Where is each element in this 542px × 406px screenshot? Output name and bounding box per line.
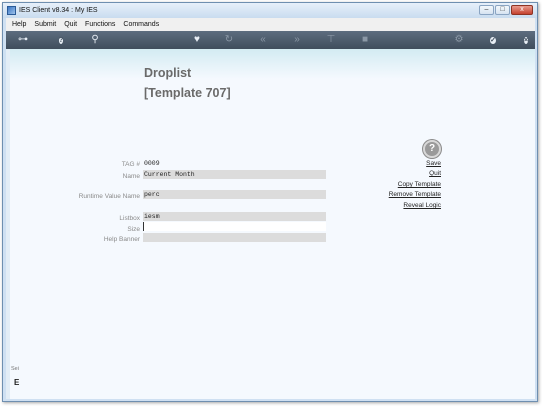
sidebar-stub-letter: E: [14, 378, 20, 387]
toolbar: ⊶ ? ⚲ ♥ ↻ « » ⊤ ■ ⚙ ✓ ×: [6, 31, 535, 49]
rewind-icon[interactable]: «: [256, 34, 270, 46]
help-banner-label: Help Banner: [103, 236, 140, 243]
stop-icon[interactable]: ■: [358, 34, 372, 46]
size-field[interactable]: [143, 222, 326, 231]
name-field[interactable]: Current Month: [143, 170, 326, 179]
close-circle-glyph: ×: [523, 37, 529, 44]
close-circle-icon[interactable]: ×: [519, 34, 533, 46]
tag-label: TAG #: [121, 161, 140, 168]
refresh-icon[interactable]: ↻: [222, 34, 236, 46]
minimize-button[interactable]: –: [479, 5, 494, 15]
check-icon[interactable]: ✓: [486, 34, 500, 46]
close-button[interactable]: x: [511, 5, 533, 15]
window-title: IES Client v8.34 : My IES: [19, 7, 98, 14]
tag-field: 0009: [143, 159, 326, 168]
runtime-value-name-field[interactable]: perc: [143, 190, 326, 199]
pin-icon[interactable]: ⊤: [324, 34, 338, 46]
content-header-band: [6, 49, 535, 79]
name-label: Name: [122, 173, 140, 180]
left-strip: [6, 49, 10, 399]
app-window: IES Client v8.34 : My IES – □ x Help Sub…: [2, 2, 538, 402]
copy-template-link[interactable]: Copy Template: [398, 181, 441, 188]
menu-functions[interactable]: Functions: [85, 21, 115, 28]
app-icon: [7, 6, 16, 15]
menu-quit[interactable]: Quit: [64, 21, 77, 28]
help-circle-glyph: ?: [58, 37, 64, 44]
help-banner-field[interactable]: [143, 233, 326, 242]
menu-commands[interactable]: Commands: [123, 21, 159, 28]
menu-help[interactable]: Help: [12, 21, 26, 28]
remove-template-link[interactable]: Remove Template: [389, 191, 441, 198]
help-circle-icon[interactable]: ?: [54, 34, 68, 46]
page-subtitle: [Template 707]: [144, 86, 231, 100]
menu-submit[interactable]: Submit: [34, 21, 56, 28]
page-title: Droplist: [144, 66, 192, 80]
listbox-label: Listbox: [119, 215, 140, 222]
save-link[interactable]: Save: [426, 160, 441, 167]
title-bar: IES Client v8.34 : My IES – □ x: [3, 3, 537, 18]
settings-icon[interactable]: ⚙: [452, 34, 466, 46]
size-label: Size: [127, 226, 140, 233]
maximize-button[interactable]: □: [495, 5, 510, 15]
sidebar-stub-text: Sei: [11, 366, 19, 372]
fast-forward-icon[interactable]: »: [290, 34, 304, 46]
menu-bar: Help Submit Quit Functions Commands: [6, 18, 535, 31]
runtime-value-name-label: Runtime Value Name: [78, 193, 140, 200]
help-icon[interactable]: ?: [423, 140, 441, 158]
window-controls: – □ x: [479, 5, 533, 15]
listbox-field[interactable]: iesm: [143, 212, 326, 221]
check-glyph: ✓: [490, 37, 496, 44]
main-content: Droplist [Template 707] TAG # 0009 Name …: [6, 49, 535, 399]
key-icon[interactable]: ⊶: [12, 34, 34, 46]
reveal-logic-link[interactable]: Reveal Logic: [403, 202, 441, 209]
search-icon[interactable]: ⚲: [88, 34, 102, 46]
heart-icon[interactable]: ♥: [190, 34, 204, 46]
quit-link[interactable]: Quit: [429, 170, 441, 177]
